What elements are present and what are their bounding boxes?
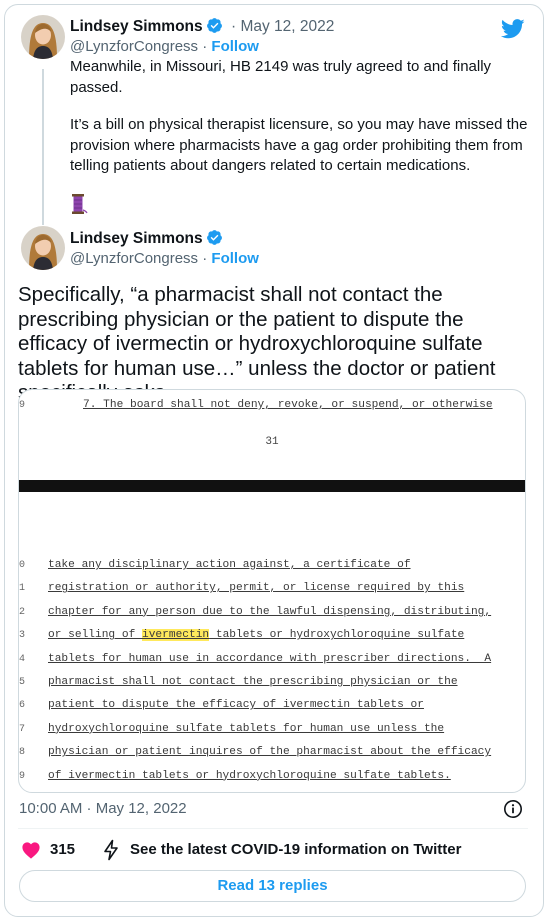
line-number: 2 <box>19 606 26 618</box>
tweet-date[interactable]: May 12, 2022 <box>240 18 334 35</box>
follow-button[interactable]: Follow <box>211 250 259 267</box>
verified-badge-icon <box>206 18 222 33</box>
tweet-timestamp[interactable]: 10:00 AM · May 12, 2022 <box>19 800 187 817</box>
author-row: Lindsey Simmons <box>70 229 223 249</box>
like-count[interactable]: 315 <box>50 841 75 858</box>
page-break-bar <box>19 480 525 492</box>
handle-separator: · <box>202 250 208 267</box>
author-handle[interactable]: @LynzforCongress <box>70 250 198 267</box>
main-tweet-text: Specifically, “a pharmacist shall not co… <box>18 283 496 404</box>
verified-badge-icon <box>206 230 222 245</box>
divider <box>18 828 528 829</box>
twitter-bird-icon[interactable] <box>501 19 525 39</box>
read-replies-button[interactable]: Read 13 replies <box>19 870 526 902</box>
line-number: 9 <box>19 770 26 782</box>
handle-row: @LynzforCongress · Follow <box>70 249 259 269</box>
document-line: physician or patient inquires of the pha… <box>48 746 492 759</box>
author-name[interactable]: Lindsey Simmons <box>70 18 203 35</box>
date-separator: · <box>230 18 237 35</box>
covid-info-link[interactable]: See the latest COVID-19 information on T… <box>130 841 461 858</box>
document-line: registration or authority, permit, or li… <box>48 582 465 595</box>
author-handle[interactable]: @LynzforCongress <box>70 38 198 55</box>
line-number: 6 <box>19 700 26 712</box>
line-number: 7 <box>19 723 26 735</box>
tweet-text-paragraph-1: Meanwhile, in Missouri, HB 2149 was trul… <box>70 58 492 96</box>
document-line: pharmacist shall not contact the prescri… <box>48 676 458 688</box>
tweet-card: Lindsey Simmons · May 12, 2022 @LynzforC… <box>4 4 544 917</box>
lightning-bolt-icon <box>104 839 118 861</box>
line-number: 0 <box>19 560 26 571</box>
follow-button[interactable]: Follow <box>211 38 259 55</box>
handle-separator: · <box>202 38 208 55</box>
author-row: Lindsey Simmons · May 12, 2022 <box>70 17 334 37</box>
line-number: 8 <box>19 747 26 759</box>
thread-emoji-icon <box>72 194 88 214</box>
line-number: 3 <box>19 630 26 642</box>
author-name[interactable]: Lindsey Simmons <box>70 230 203 247</box>
tweet-text-paragraph-2: It’s a bill on physical therapist licens… <box>70 116 528 174</box>
thread-connector-line <box>42 69 44 225</box>
handle-row: @LynzforCongress · Follow <box>70 37 259 57</box>
document-line: hydroxychloroquine sulfate tablets for h… <box>48 722 445 735</box>
line-number: 5 <box>19 677 26 688</box>
line-number: 9 <box>19 400 26 411</box>
document-line: patient to dispute the efficacy of iverm… <box>48 699 424 712</box>
avatar[interactable] <box>21 15 65 59</box>
document-line-text: tablets or hydroxychloroquine sulfate <box>209 629 465 642</box>
document-line: take any disciplinary action against, a … <box>48 559 411 571</box>
page-number: 31 <box>265 436 279 448</box>
attached-document-image[interactable]: 9 7. The board shall not deny, revoke, o… <box>18 389 526 793</box>
document-line: of ivermectin tablets or hydroxychloroqu… <box>48 769 451 782</box>
document-line: chapter for any person due to the lawful… <box>48 605 492 618</box>
line-number: 1 <box>19 583 26 595</box>
info-icon[interactable] <box>503 799 523 819</box>
document-line: 7. The board shall not deny, revoke, or … <box>83 399 493 411</box>
line-number: 4 <box>19 653 26 665</box>
document-line: tablets for human use in accordance with… <box>48 652 492 665</box>
document-line-text: or selling of <box>48 629 142 642</box>
heart-icon[interactable] <box>21 841 41 859</box>
avatar[interactable] <box>21 226 65 270</box>
document-line: or selling of ivermectin tablets or hydr… <box>48 628 464 642</box>
highlighted-word: ivermectin <box>142 629 210 642</box>
